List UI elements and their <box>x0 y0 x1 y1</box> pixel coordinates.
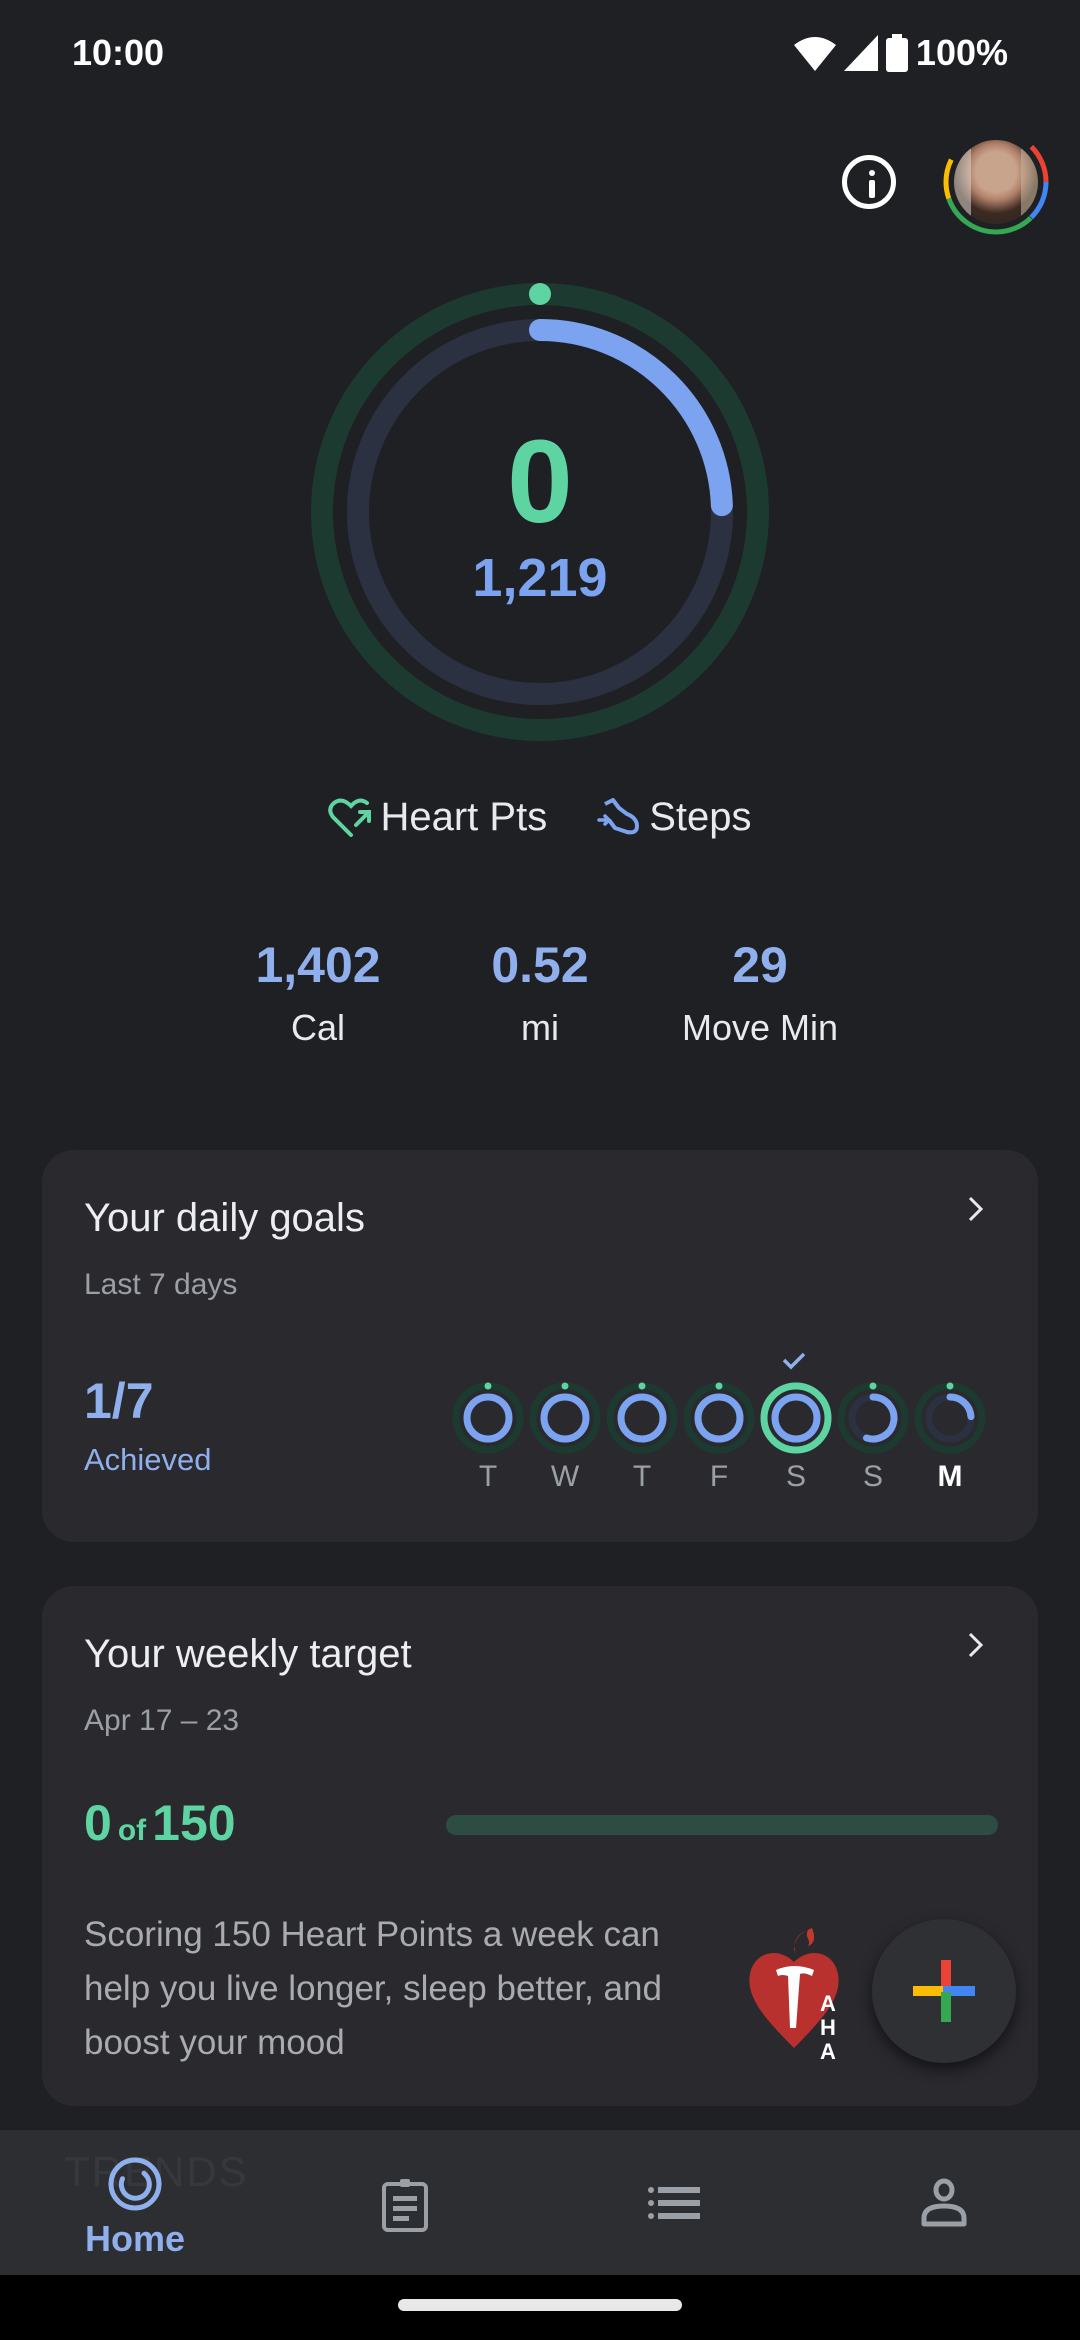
avatar-photo <box>954 140 1038 224</box>
chevron-right-icon[interactable] <box>960 1630 990 1660</box>
daily-goals-title: Your daily goals <box>84 1196 365 1240</box>
day-steps-arc <box>694 1393 744 1443</box>
wifi-icon <box>793 37 836 71</box>
day-goal-5: S <box>835 1348 911 1508</box>
day-goal-6: M <box>912 1348 988 1508</box>
day-heart-start-dot <box>484 1382 492 1390</box>
achieved-count: 1/7 <box>84 1373 154 1429</box>
day-goal-1: W <box>527 1348 603 1508</box>
heart-points-icon <box>328 798 372 837</box>
stat-value: 29 <box>732 937 788 993</box>
day-label: S <box>785 1460 806 1493</box>
heart-points-value: 0 <box>507 416 573 548</box>
day-rings <box>452 1382 524 1454</box>
day-label: W <box>550 1460 580 1493</box>
nav-profile[interactable] <box>844 2130 1044 2275</box>
check-icon <box>782 1352 806 1370</box>
weekly-target-title: Your weekly target <box>84 1632 412 1676</box>
weekly-target-description: Scoring 150 Heart Points a week can help… <box>84 1915 662 2062</box>
stat-value: 1,402 <box>255 937 381 993</box>
day-steps-arc <box>946 1393 975 1421</box>
nav-journal[interactable] <box>305 2130 505 2275</box>
day-label: M <box>937 1460 963 1493</box>
partner-text-line: A <box>820 2039 836 2064</box>
status-bar: 10:00 100% <box>0 0 1080 110</box>
day-goal-3: F <box>681 1348 757 1508</box>
day-goal-2: T <box>604 1348 680 1508</box>
partner-text-line: A <box>820 1991 836 2016</box>
day-label: T <box>632 1460 652 1493</box>
browse-list-icon <box>648 2187 700 2219</box>
day-rings <box>914 1382 986 1454</box>
day-label: F <box>709 1460 729 1493</box>
day-heart-start-dot <box>715 1382 723 1390</box>
stat-label: Cal <box>290 1007 346 1048</box>
day-goal-0: T <box>450 1348 526 1508</box>
partner-text-line: H <box>820 2015 836 2040</box>
ring-legend: Heart Pts Steps <box>0 795 1080 840</box>
add-activity-button[interactable] <box>872 1919 1016 2063</box>
nav-home-label: Home <box>84 2218 186 2259</box>
steps-value: 1,219 <box>472 548 608 608</box>
day-steps-arc <box>463 1393 513 1443</box>
day-rings <box>760 1352 832 1454</box>
chevron-right-icon[interactable] <box>960 1194 990 1224</box>
day-rings <box>837 1382 909 1454</box>
legend-steps-label: Steps <box>649 795 752 839</box>
day-steps-arc <box>771 1393 821 1443</box>
partner-text: A H A <box>820 1992 836 2064</box>
weekly-target-value: 0 of 150 <box>84 1794 236 1852</box>
nav-browse[interactable] <box>574 2130 774 2275</box>
legend-heart-points-label: Heart Pts <box>380 795 548 839</box>
day-label: T <box>478 1460 498 1493</box>
weekly-goal: 150 <box>152 1795 236 1851</box>
stat-label: Move Min <box>681 1007 839 1048</box>
day-goal-4: S <box>758 1348 834 1508</box>
day-heart-start-dot <box>946 1382 954 1390</box>
status-icons: 100% <box>793 32 1008 74</box>
day-rings <box>529 1382 601 1454</box>
home-rings-icon <box>108 2157 162 2211</box>
day-rings <box>683 1382 755 1454</box>
journal-icon <box>382 2179 428 2232</box>
stat-calories: 1,402 Cal <box>188 935 448 1053</box>
stat-move-minutes: 29 Move Min <box>630 935 890 1053</box>
daily-goals-subtitle: Last 7 days <box>84 1268 238 1301</box>
add-icon <box>913 1960 975 2022</box>
weekly-progress-bar <box>446 1815 998 1835</box>
day-heart-start-dot <box>869 1382 877 1390</box>
weekly-current: 0 <box>84 1795 112 1851</box>
day-steps-arc <box>863 1393 898 1443</box>
nav-home[interactable]: Home <box>35 2130 235 2275</box>
profile-icon <box>921 2178 967 2227</box>
profile-avatar[interactable] <box>942 128 1050 236</box>
battery-icon <box>885 34 908 72</box>
days-row: TWTFSSM <box>450 1348 1030 1508</box>
weekly-of: of <box>117 1814 147 1847</box>
daily-goals-card[interactable]: Your daily goals Last 7 days 1/7 Achieve… <box>42 1150 1038 1542</box>
legend-heart-points: Heart Pts <box>328 795 547 840</box>
day-heart-start-dot <box>561 1382 569 1390</box>
ring-values: 0 1,219 <box>310 282 770 742</box>
system-gesture-bar <box>0 2275 1080 2340</box>
signal-icon <box>843 35 878 71</box>
achieved-label: Achieved <box>84 1442 212 1477</box>
info-button[interactable] <box>842 155 896 209</box>
day-steps-arc <box>540 1393 590 1443</box>
day-heart-start-dot <box>638 1382 646 1390</box>
legend-steps: Steps <box>597 795 752 840</box>
day-label: S <box>862 1460 883 1493</box>
steps-icon <box>597 797 640 834</box>
battery-percent: 100% <box>915 32 1008 73</box>
weekly-target-dates: Apr 17 – 23 <box>84 1704 240 1737</box>
day-rings <box>606 1382 678 1454</box>
gesture-handle[interactable] <box>398 2299 682 2311</box>
day-steps-arc <box>617 1393 667 1443</box>
status-time: 10:00 <box>72 32 165 73</box>
